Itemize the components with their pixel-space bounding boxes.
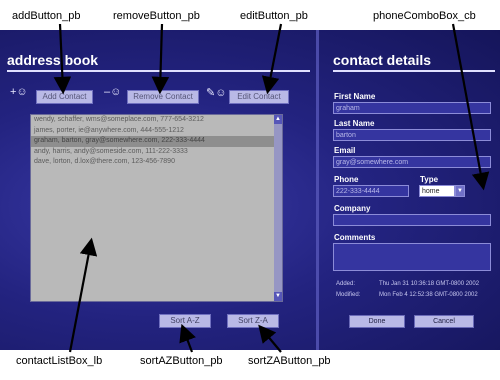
app-screenshot: address book +☺ Add Contact –☺ Remove Co… (0, 30, 500, 350)
list-item[interactable]: wendy, schaffer, wms@someplace.com, 777-… (31, 115, 282, 126)
modified-value: Mon Feb 4 12:52:38 GMT-0800 2002 (379, 292, 478, 298)
edit-person-icon: ✎☺ (206, 87, 227, 99)
address-book-underline (7, 70, 310, 72)
last-name-field[interactable]: barton (333, 129, 491, 141)
annotation-sort-za: sortZAButton_pb (248, 355, 331, 367)
phone-label: Phone (334, 175, 359, 184)
add-person-icon: +☺ (10, 86, 28, 98)
first-name-field[interactable]: graham (333, 102, 491, 114)
email-label: Email (334, 146, 356, 155)
annotation-phone-combobox: phoneComboBox_cb (373, 10, 476, 22)
first-name-label: First Name (334, 92, 376, 101)
comments-field[interactable] (333, 243, 491, 271)
sort-az-button[interactable]: Sort A-Z (159, 314, 211, 328)
phone-type-combobox[interactable]: home (419, 185, 455, 197)
list-scrollbar[interactable]: ▲ ▼ (274, 115, 282, 301)
chevron-down-icon[interactable]: ▼ (455, 185, 465, 197)
annotation-edit-button: editButton_pb (240, 10, 308, 22)
annotation-contact-list: contactListBox_lb (16, 355, 103, 367)
annotation-add-button: addButton_pb (12, 10, 81, 22)
contact-details-underline (333, 70, 495, 72)
company-field[interactable] (333, 214, 491, 226)
contact-list[interactable]: wendy, schaffer, wms@someplace.com, 777-… (30, 114, 283, 302)
added-label: Added: (336, 281, 356, 287)
address-book-title: address book (7, 52, 99, 68)
panel-divider (316, 30, 319, 350)
email-field[interactable]: gray@somewhere.com (333, 156, 491, 168)
list-item[interactable]: graham, barton, gray@somewhere.com, 222-… (31, 136, 282, 147)
annotation-remove-button: removeButton_pb (113, 10, 200, 22)
comments-label: Comments (334, 233, 376, 242)
last-name-label: Last Name (334, 119, 375, 128)
contact-details-title: contact details (333, 52, 432, 68)
phone-field[interactable]: 222-333-4444 (333, 185, 409, 197)
add-contact-button[interactable]: Add Contact (36, 90, 93, 104)
done-button[interactable]: Done (349, 315, 405, 328)
edit-contact-button[interactable]: Edit Contact (229, 90, 289, 104)
annotation-sort-az: sortAZButton_pb (140, 355, 223, 367)
added-value: Thu Jan 31 10:36:18 GMT-0800 2002 (379, 281, 480, 287)
scroll-down-icon[interactable]: ▼ (274, 292, 282, 301)
remove-person-icon: –☺ (104, 86, 122, 98)
sort-za-button[interactable]: Sort Z-A (227, 314, 279, 328)
remove-contact-button[interactable]: Remove Contact (127, 90, 199, 104)
modified-label: Modified: (336, 292, 361, 298)
company-label: Company (334, 204, 371, 213)
type-label: Type (420, 175, 439, 184)
list-item[interactable]: dave, lorton, d.lox@there.com, 123-456-7… (31, 157, 282, 168)
cancel-button[interactable]: Cancel (414, 315, 474, 328)
contact-rows: wendy, schaffer, wms@someplace.com, 777-… (31, 115, 282, 168)
list-item[interactable]: james, porter, ie@anywhere.com, 444-555-… (31, 126, 282, 137)
list-item[interactable]: andy, harris, andy@someside.com, 111-222… (31, 147, 282, 158)
scroll-up-icon[interactable]: ▲ (274, 115, 282, 124)
